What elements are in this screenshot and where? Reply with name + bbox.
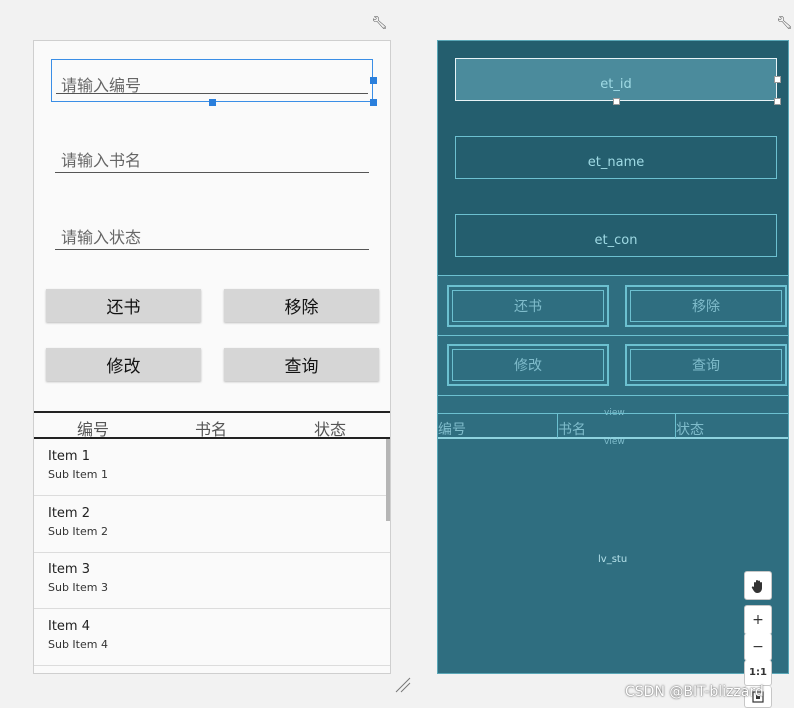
name-input[interactable]: 请输入书名 — [55, 137, 369, 173]
list-scrollbar[interactable] — [386, 439, 390, 521]
modify-button[interactable]: 修改 — [46, 348, 201, 381]
blueprint-view-label: view — [604, 437, 625, 447]
list-item[interactable]: Item 3 Sub Item 3 — [34, 552, 390, 609]
pin-icon[interactable]: 🔧︎ — [776, 16, 793, 31]
blueprint-header-name[interactable]: 书名 — [557, 413, 676, 439]
blueprint-divider — [438, 395, 788, 396]
resize-handle-right[interactable] — [370, 77, 377, 84]
list-item[interactable]: Item 4 Sub Item 4 — [34, 609, 390, 666]
hand-icon — [751, 579, 762, 593]
status-input-placeholder: 请输入状态 — [61, 228, 142, 247]
zoom-out-button[interactable]: − — [744, 633, 772, 661]
list-item-title: Item 4 — [48, 619, 90, 634]
header-name: 书名 — [195, 420, 228, 439]
resize-grip-icon[interactable] — [394, 676, 412, 694]
blueprint-handle-bottom[interactable] — [613, 98, 620, 105]
hand-icon[interactable] — [744, 571, 772, 600]
blueprint-et-name[interactable]: et_name — [455, 136, 777, 179]
blueprint-header-id-text: 编号 — [438, 422, 466, 438]
list-item[interactable]: Item 2 Sub Item 2 — [34, 496, 390, 553]
actual-size-button[interactable]: 1:1 — [744, 660, 772, 686]
resize-handle-bottom[interactable] — [209, 99, 216, 106]
list-item-subtitle: Sub Item 3 — [48, 581, 108, 594]
name-input-placeholder: 请输入书名 — [61, 151, 142, 170]
blueprint-lv-stu[interactable]: lv_stu — [598, 554, 627, 565]
header-status: 状态 — [314, 420, 347, 439]
header-id: 编号 — [77, 420, 110, 439]
design-preview[interactable]: 请输入编号 请输入书名 请输入状态 还书 移除 修改 查询 编号 书名 状态 I… — [33, 40, 391, 674]
list-item-subtitle: Sub Item 4 — [48, 638, 108, 651]
blueprint-et-con[interactable]: et_con — [455, 214, 777, 257]
blueprint-et-id[interactable]: et_id — [455, 58, 777, 101]
blueprint-header-id[interactable]: 编号 — [438, 413, 557, 439]
remove-button[interactable]: 移除 — [224, 289, 379, 322]
list-item-title: Item 2 — [48, 506, 90, 521]
list-item[interactable]: Item 1 Sub Item 1 — [34, 439, 390, 496]
zoom-in-button[interactable]: + — [744, 605, 772, 635]
blueprint-header-status[interactable]: 状态 — [676, 413, 788, 439]
blueprint-modify-button[interactable]: 修改 — [447, 344, 609, 386]
query-button[interactable]: 查询 — [224, 348, 379, 381]
pin-icon[interactable]: 🔧︎ — [371, 16, 388, 31]
book-list[interactable]: Item 1 Sub Item 1 Item 2 Sub Item 2 Item… — [34, 439, 390, 673]
blueprint-return-button[interactable]: 还书 — [447, 285, 609, 327]
blueprint-divider — [438, 275, 788, 276]
table-header: 编号 书名 状态 — [34, 411, 390, 439]
return-book-button[interactable]: 还书 — [46, 289, 201, 322]
list-item-subtitle: Sub Item 1 — [48, 468, 108, 481]
status-input[interactable]: 请输入状态 — [55, 214, 369, 250]
id-input-selected[interactable]: 请输入编号 — [51, 59, 373, 102]
blueprint-query-button[interactable]: 查询 — [625, 344, 787, 386]
blueprint-divider — [438, 335, 788, 336]
id-input-placeholder: 请输入编号 — [61, 76, 142, 95]
list-item-title: Item 3 — [48, 562, 90, 577]
blueprint-header-name-text: 书名 — [558, 422, 586, 438]
blueprint-header-status-text: 状态 — [676, 422, 704, 438]
blueprint-preview[interactable]: et_id et_name et_con 还书 移除 修改 查询 view 编号… — [437, 40, 789, 674]
list-item-subtitle: Sub Item 2 — [48, 525, 108, 538]
list-item-title: Item 1 — [48, 449, 90, 464]
resize-handle-corner[interactable] — [370, 99, 377, 106]
watermark: CSDN @BIT-blizzard — [625, 684, 764, 700]
blueprint-handle-corner[interactable] — [774, 98, 781, 105]
blueprint-handle-right[interactable] — [774, 76, 781, 83]
blueprint-remove-button[interactable]: 移除 — [625, 285, 787, 327]
